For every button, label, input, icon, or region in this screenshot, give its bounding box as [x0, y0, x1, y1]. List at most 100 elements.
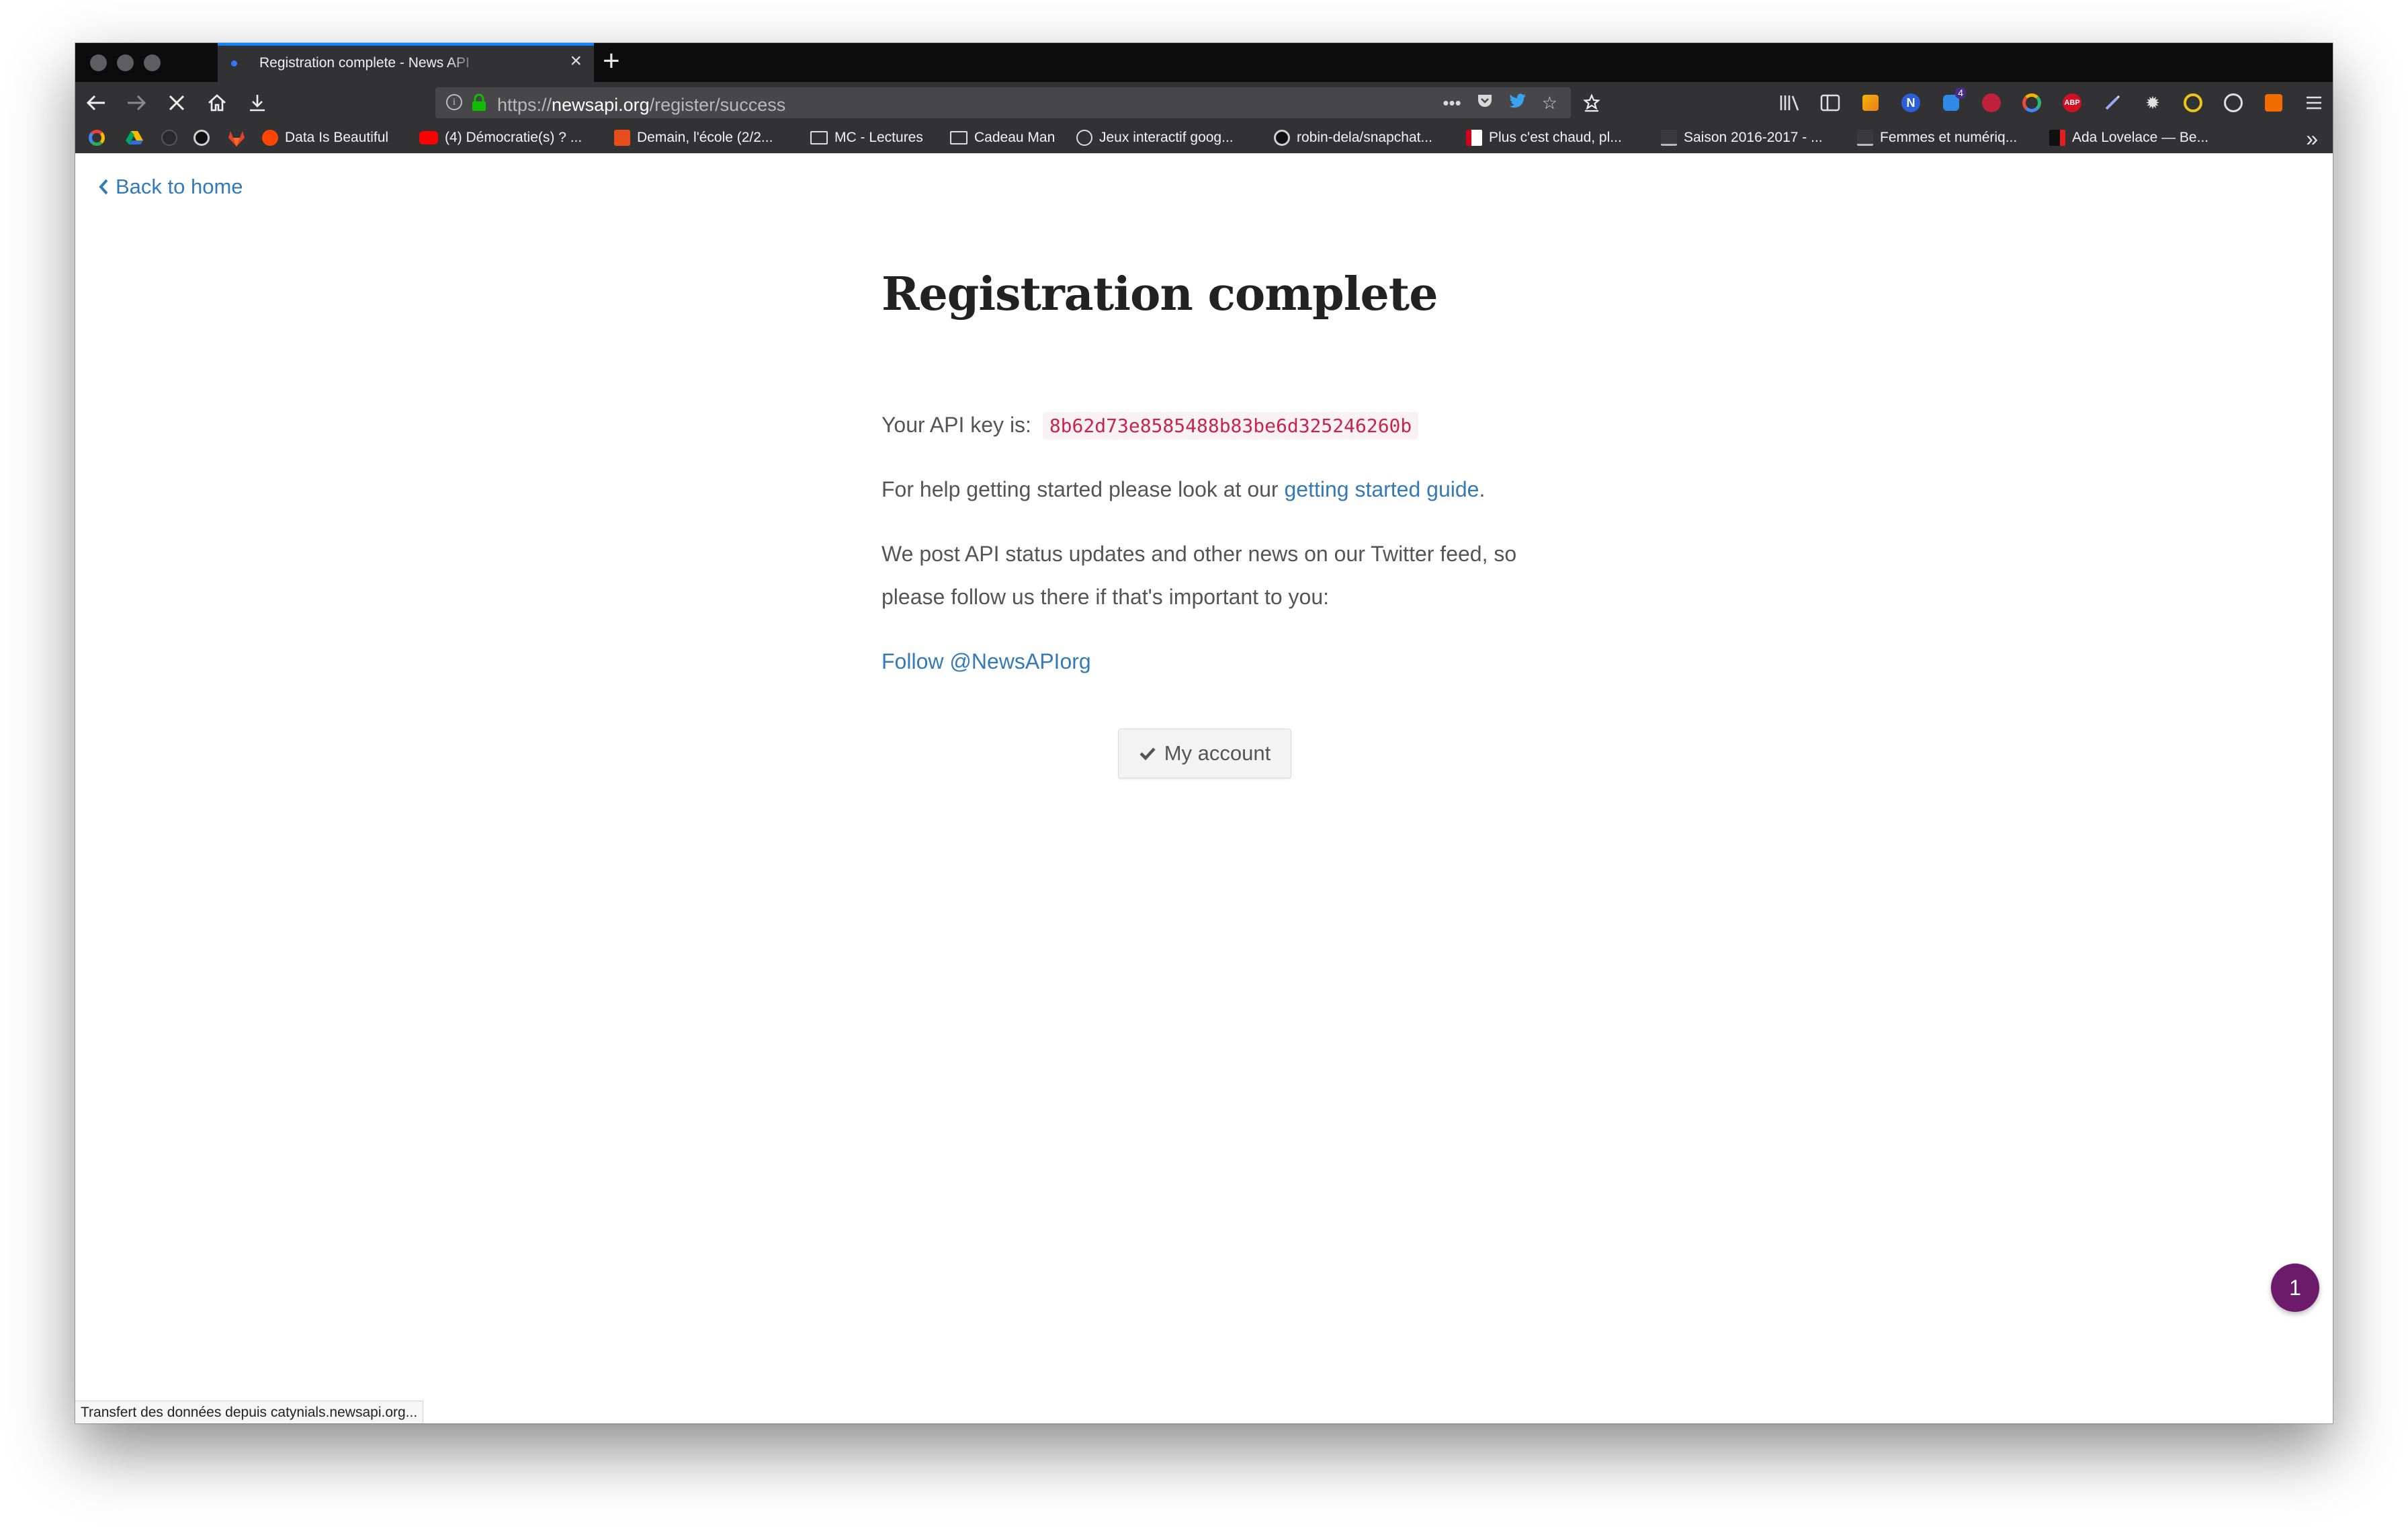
menu-icon[interactable] — [2299, 89, 2329, 117]
stop-icon — [169, 95, 185, 111]
bookmark-label: Jeux interactif goog... — [1099, 130, 1234, 145]
url-bar[interactable]: i https://newsapi.org/register/success •… — [435, 87, 1571, 118]
extension-gear-icon[interactable]: ✹ — [2138, 89, 2167, 117]
extension-users-icon[interactable]: 4 — [1936, 87, 1966, 117]
tab-registration[interactable]: Registration complete - News API × — [218, 43, 594, 82]
loading-icon — [231, 60, 237, 67]
reader-button[interactable] — [1578, 89, 1606, 117]
extension-rainbow-icon[interactable] — [2017, 89, 2047, 117]
chat-count: 1 — [2289, 1275, 2301, 1300]
chevron-more-icon[interactable]: » — [2306, 126, 2318, 151]
bookmark-label: robin-dela/snapchat... — [1297, 130, 1432, 145]
bookmark-7[interactable]: Plus c'est chaud, pl... — [1466, 130, 1622, 146]
url-text[interactable]: https://newsapi.org/register/success — [497, 95, 785, 116]
bookmark-label: (4) Démocratie(s) ? ... — [445, 130, 583, 145]
help-paragraph: For help getting started please look at … — [882, 468, 1485, 511]
bookmark-4[interactable]: Cadeau Man — [950, 130, 1055, 146]
bookmark-1[interactable]: (4) Démocratie(s) ? ... — [419, 130, 582, 146]
bookmark-gitlab[interactable] — [227, 130, 246, 147]
close-tab-icon[interactable]: × — [570, 51, 582, 71]
bookmark-chrome[interactable] — [89, 130, 105, 146]
nav-toolbar: i https://newsapi.org/register/success •… — [75, 82, 2333, 124]
back-button[interactable] — [82, 89, 110, 117]
tab-strip: Registration complete - News API × + — [75, 43, 2333, 82]
lock-icon — [472, 93, 486, 111]
home-icon — [208, 94, 226, 112]
info-icon[interactable]: i — [446, 94, 462, 110]
extension-red-icon[interactable] — [1977, 89, 2006, 117]
pocket-icon[interactable] — [1476, 93, 1494, 114]
url-host: newsapi.org — [552, 95, 650, 115]
bookmark-9[interactable]: Femmes et numériq... — [1857, 130, 2017, 146]
bookmark-label: Saison 2016-2017 - ... — [1684, 130, 1823, 145]
tab-title: Registration complete - News API — [259, 55, 470, 71]
arrow-left-icon — [86, 95, 105, 111]
library-icon[interactable] — [1775, 89, 1805, 117]
bookmark-3[interactable]: MC - Lectures — [810, 130, 923, 146]
follow-paragraph: Follow @NewsAPIorg — [882, 640, 1091, 683]
arrow-right-icon — [128, 95, 146, 111]
bookmark-label: Plus c'est chaud, pl... — [1489, 130, 1622, 145]
getting-started-link[interactable]: getting started guide — [1284, 477, 1479, 501]
extension-brush-icon[interactable] — [1856, 89, 1885, 117]
back-to-home-label: Back to home — [116, 175, 243, 198]
bookmark-label: MC - Lectures — [834, 130, 923, 145]
github-icon — [1274, 130, 1290, 146]
page-title: Registration complete — [882, 267, 1438, 321]
bookmark-github[interactable] — [194, 130, 210, 146]
twitter-icon[interactable] — [1508, 93, 1527, 114]
url-actions: ••• ☆ — [1443, 93, 1557, 114]
bookmark-label: Femmes et numériq... — [1880, 130, 2018, 145]
browser-window: Registration complete - News API × + i h… — [75, 43, 2333, 1423]
folder-icon — [810, 131, 828, 144]
bookmark-2[interactable]: Demain, l'école (2/2... — [614, 130, 773, 146]
bookmark-5[interactable]: Jeux interactif goog... — [1076, 130, 1234, 146]
close-window-button[interactable] — [90, 54, 107, 71]
bookmark-10[interactable]: Ada Lovelace — Be... — [2049, 130, 2208, 146]
follow-twitter-link[interactable]: Follow @NewsAPIorg — [882, 649, 1091, 673]
bookmark-6[interactable]: robin-dela/snapchat... — [1274, 130, 1432, 146]
bookmark-drive[interactable] — [125, 130, 144, 146]
colorful-ring-icon — [89, 130, 105, 146]
my-account-button[interactable]: My account — [1118, 729, 1291, 778]
extension-power-icon[interactable] — [2178, 89, 2208, 117]
circle-icon — [161, 130, 177, 146]
extension-n-icon[interactable]: N — [1896, 89, 1926, 117]
github-icon — [194, 130, 210, 146]
bc-icon — [2049, 130, 2065, 146]
help-text: For help getting started please look at … — [882, 477, 1279, 501]
back-to-home-link[interactable]: Back to home — [98, 175, 243, 199]
bookmark-label: Data Is Beautiful — [285, 130, 389, 145]
check-icon — [1140, 747, 1156, 761]
bookmark-star-icon[interactable]: ☆ — [1542, 93, 1557, 114]
page-actions-icon[interactable]: ••• — [1443, 93, 1461, 114]
home-button[interactable] — [203, 89, 231, 117]
extension-timer-icon[interactable] — [2219, 89, 2248, 117]
download-icon — [250, 95, 265, 112]
folder-icon — [950, 131, 968, 144]
bookmark-8[interactable]: Saison 2016-2017 - ... — [1661, 130, 1823, 146]
sidebar-icon[interactable] — [1815, 89, 1845, 117]
new-tab-button[interactable]: + — [603, 43, 620, 79]
forward-button[interactable] — [122, 89, 150, 117]
cite-icon — [1857, 130, 1873, 146]
chat-widget-button[interactable]: 1 — [2271, 1264, 2319, 1312]
zoom-window-button[interactable] — [144, 54, 161, 71]
help-suffix: . — [1479, 477, 1486, 501]
page-content: Back to home Registration complete Your … — [75, 153, 2333, 1423]
api-key-value[interactable]: 8b62d73e8585488b83be6d325246260b — [1042, 412, 1419, 440]
bookmark-0[interactable]: Data Is Beautiful — [262, 130, 388, 146]
stop-button[interactable] — [163, 89, 191, 117]
globe-icon — [1076, 130, 1092, 146]
extension-pen-icon[interactable] — [2098, 89, 2127, 117]
bookmark-circle[interactable] — [161, 130, 177, 146]
sync-star-icon — [1583, 93, 1600, 112]
bookmark-label: Cadeau Man — [974, 130, 1056, 145]
minimize-window-button[interactable] — [117, 54, 134, 71]
adblock-icon[interactable]: ABP — [2057, 89, 2087, 117]
extension-orange-icon[interactable] — [2259, 89, 2288, 117]
bookmarks-toolbar: Data Is Beautiful (4) Démocratie(s) ? ..… — [75, 124, 2333, 153]
chevron-left-icon — [99, 179, 108, 195]
downloads-button[interactable] — [243, 89, 271, 117]
drive-icon — [126, 131, 143, 144]
